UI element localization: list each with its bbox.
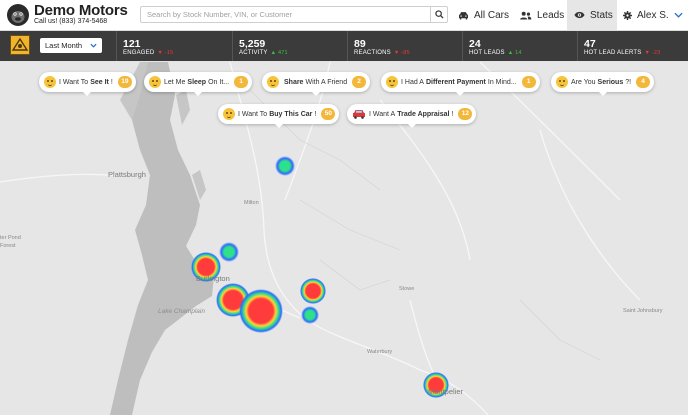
nav-stats-label: Stats <box>590 9 613 21</box>
sleepy-face-icon <box>149 76 161 88</box>
reaction-trade-appraisal[interactable]: I Want A Trade Appraisal! 12 <box>347 104 477 128</box>
map-label-montpelier: Montpelier <box>428 387 464 396</box>
stats-bar: Last Month 121 ENGAGED ▼ -15 5,259 ACTIVI… <box>0 31 688 61</box>
map-label-stowe: Stowe <box>399 286 415 292</box>
reaction-buy-this-car[interactable]: I Want To Buy This Car! 50 <box>218 104 340 128</box>
user-menu[interactable]: Alex S. <box>623 0 683 30</box>
reaction-serious[interactable]: Are You Serious?! 4 <box>551 72 655 96</box>
map-label-burlington: Burlington <box>196 274 230 283</box>
reaction-count: 12 <box>458 108 473 120</box>
map-label-lake-champlain: Lake Champlain <box>158 308 205 315</box>
stat-delta: ▲ 471 <box>270 50 288 56</box>
map-label-milton: Milton <box>244 200 259 206</box>
reaction-count: 4 <box>636 76 651 88</box>
map-canvas[interactable] <box>0 62 688 415</box>
stat-label: ACTIVITY <box>239 50 268 56</box>
search-input[interactable] <box>141 7 429 22</box>
stat-delta: ▼ -15 <box>157 50 174 56</box>
reaction-share[interactable]: Share With A Friend 2 <box>262 72 371 96</box>
reaction-sleep-on-it[interactable]: Let Me Sleep On It... 1 <box>144 72 253 96</box>
stat-label: ENGAGED <box>123 50 155 56</box>
nav-leads[interactable]: Leads <box>519 0 564 30</box>
money-face-icon <box>223 108 235 120</box>
stat-delta: ▲ 14 <box>507 50 522 56</box>
reaction-see-it[interactable]: I Want To See It! 19 <box>39 72 136 96</box>
stat-label: HOT LEADS <box>469 50 505 56</box>
top-header: Demo Motors Call us! (833) 374-5468 All … <box>0 0 688 31</box>
stat-value: 47 <box>584 38 596 50</box>
gear-icon <box>623 10 632 20</box>
nav-leads-label: Leads <box>537 9 565 21</box>
stat-hot-lead-alerts[interactable]: 47 HOT LEAD ALERTS ▼ -23 <box>577 31 688 61</box>
red-car-icon <box>353 110 365 119</box>
stat-label: REACTIONS <box>354 50 391 56</box>
stat-label: HOT LEAD ALERTS <box>584 50 642 56</box>
dealer-badge-icon <box>10 35 30 55</box>
reaction-count: 1 <box>521 76 536 88</box>
reaction-count: 1 <box>234 76 249 88</box>
map-label-waterbury: Waterbury <box>367 349 393 355</box>
reaction-count: 19 <box>117 76 132 88</box>
map-label-saint-johnsbury: Saint Johnsbury <box>623 308 663 314</box>
gorilla-logo-icon[interactable] <box>6 3 30 27</box>
stat-value: 5,259 <box>239 38 266 50</box>
stat-hot-leads[interactable]: 24 HOT LEADS ▲ 14 <box>462 31 577 61</box>
search-box <box>140 6 448 23</box>
eye-icon <box>574 11 585 19</box>
reaction-different-payment[interactable]: I Had A Different Payment In Mind... 1 <box>381 72 540 96</box>
stat-delta: ▼ -23 <box>644 50 661 56</box>
search-icon <box>434 10 444 19</box>
nav-all-cars-label: All Cars <box>474 9 510 21</box>
chevron-down-icon <box>674 12 683 18</box>
nav-all-cars[interactable]: All Cars <box>458 0 509 30</box>
waving-hand-icon <box>267 76 279 88</box>
stat-engaged[interactable]: 121 ENGAGED ▼ -15 <box>116 31 232 61</box>
dealer-name[interactable]: Demo Motors <box>34 2 128 19</box>
users-icon <box>520 11 532 20</box>
date-range-select[interactable]: Last Month <box>40 38 102 53</box>
car-icon <box>459 11 468 20</box>
stat-value: 89 <box>354 38 366 50</box>
nav-stats[interactable]: Stats <box>567 0 617 30</box>
map-label-forest: Forest <box>0 243 16 249</box>
dealer-phone: Call us! (833) 374-5468 <box>34 18 108 25</box>
stat-delta: ▼ -85 <box>393 50 410 56</box>
smirk-face-icon <box>556 76 568 88</box>
stat-activity[interactable]: 5,259 ACTIVITY ▲ 471 <box>232 31 347 61</box>
stat-reactions[interactable]: 89 REACTIONS ▼ -85 <box>347 31 462 61</box>
stat-value: 121 <box>123 38 141 50</box>
stat-value: 24 <box>469 38 481 50</box>
chevron-down-icon <box>90 38 97 53</box>
map-label-plattsburgh: Plattsburgh <box>108 170 146 179</box>
thinking-face-icon <box>386 76 398 88</box>
search-button[interactable] <box>430 7 447 22</box>
map-label-ter-pond: ter Pond <box>0 235 21 241</box>
user-name: Alex S. <box>637 9 669 21</box>
reaction-count: 50 <box>321 108 336 120</box>
date-range-value: Last Month <box>45 41 83 50</box>
reaction-count: 2 <box>352 76 367 88</box>
heat-map[interactable]: Plattsburgh Milton Burlington Lake Champ… <box>0 62 688 415</box>
happy-face-icon <box>44 76 56 88</box>
